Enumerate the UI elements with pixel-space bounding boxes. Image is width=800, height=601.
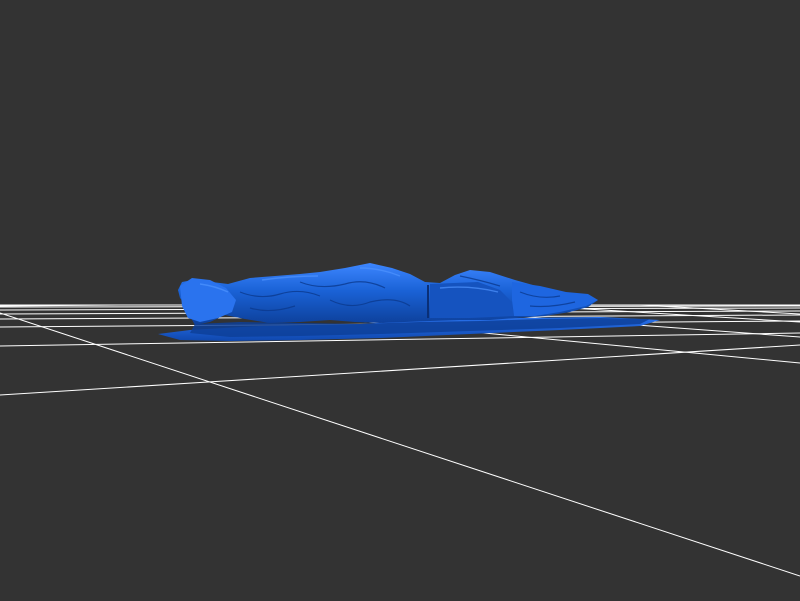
ground-grid xyxy=(0,304,800,577)
scene-canvas[interactable] xyxy=(0,0,800,601)
3d-mesh-model[interactable] xyxy=(158,263,660,341)
3d-viewport[interactable] xyxy=(0,0,800,601)
mesh-right-end xyxy=(512,282,598,316)
